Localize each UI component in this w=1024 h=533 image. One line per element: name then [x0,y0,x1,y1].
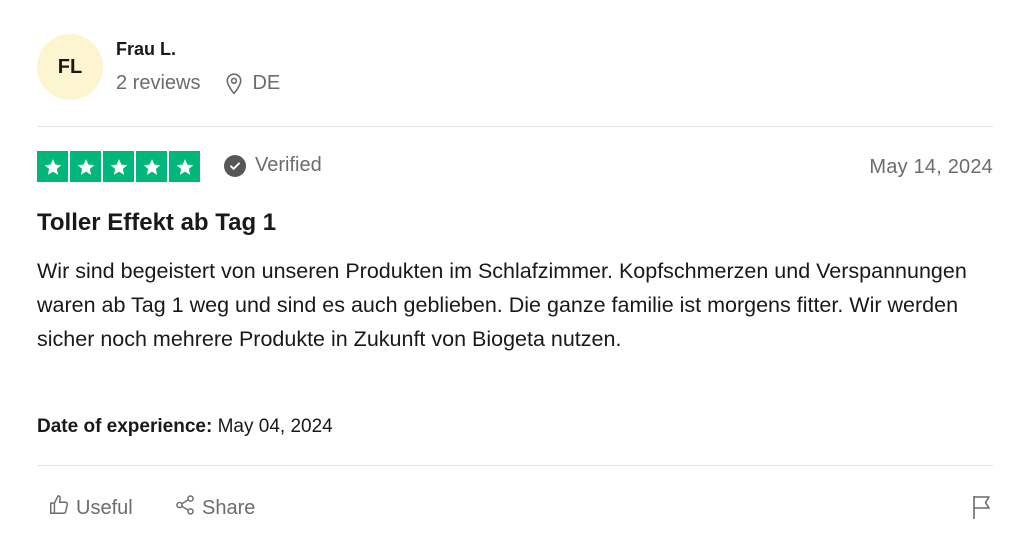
useful-button[interactable]: Useful [48,494,133,522]
date-of-experience: Date of experience: May 04, 2024 [37,416,333,438]
star-rating [37,151,200,182]
experience-label: Date of experience: [37,416,213,437]
experience-date: May 04, 2024 [217,416,333,437]
review-title: Toller Effekt ab Tag 1 [37,209,277,236]
location-pin-icon [226,72,242,95]
divider [37,126,993,127]
author-name[interactable]: Frau L. [116,39,176,60]
star-icon [136,151,167,182]
flag-icon[interactable] [970,494,994,520]
verified-badge[interactable]: Verified [224,154,322,177]
star-icon [103,151,134,182]
review-date: May 14, 2024 [869,156,993,178]
thumbs-up-icon [48,494,70,522]
review-card: FL Frau L. 2 reviews DE Verified May 14,… [0,0,1024,533]
useful-label: Useful [76,496,133,519]
star-icon [37,151,68,182]
avatar[interactable]: FL [37,34,103,100]
star-icon [169,151,200,182]
share-label: Share [202,496,256,519]
verified-label: Verified [255,154,322,176]
star-icon [70,151,101,182]
share-button[interactable]: Share [174,494,255,522]
review-count: 2 reviews [116,72,201,94]
country-code: DE [252,72,281,94]
author-meta: 2 reviews DE [116,72,280,95]
check-circle-icon [224,154,246,177]
avatar-initials: FL [57,55,83,78]
review-body: Wir sind begeistert von unseren Produkte… [37,259,967,351]
divider [37,465,993,466]
share-icon [174,494,196,522]
